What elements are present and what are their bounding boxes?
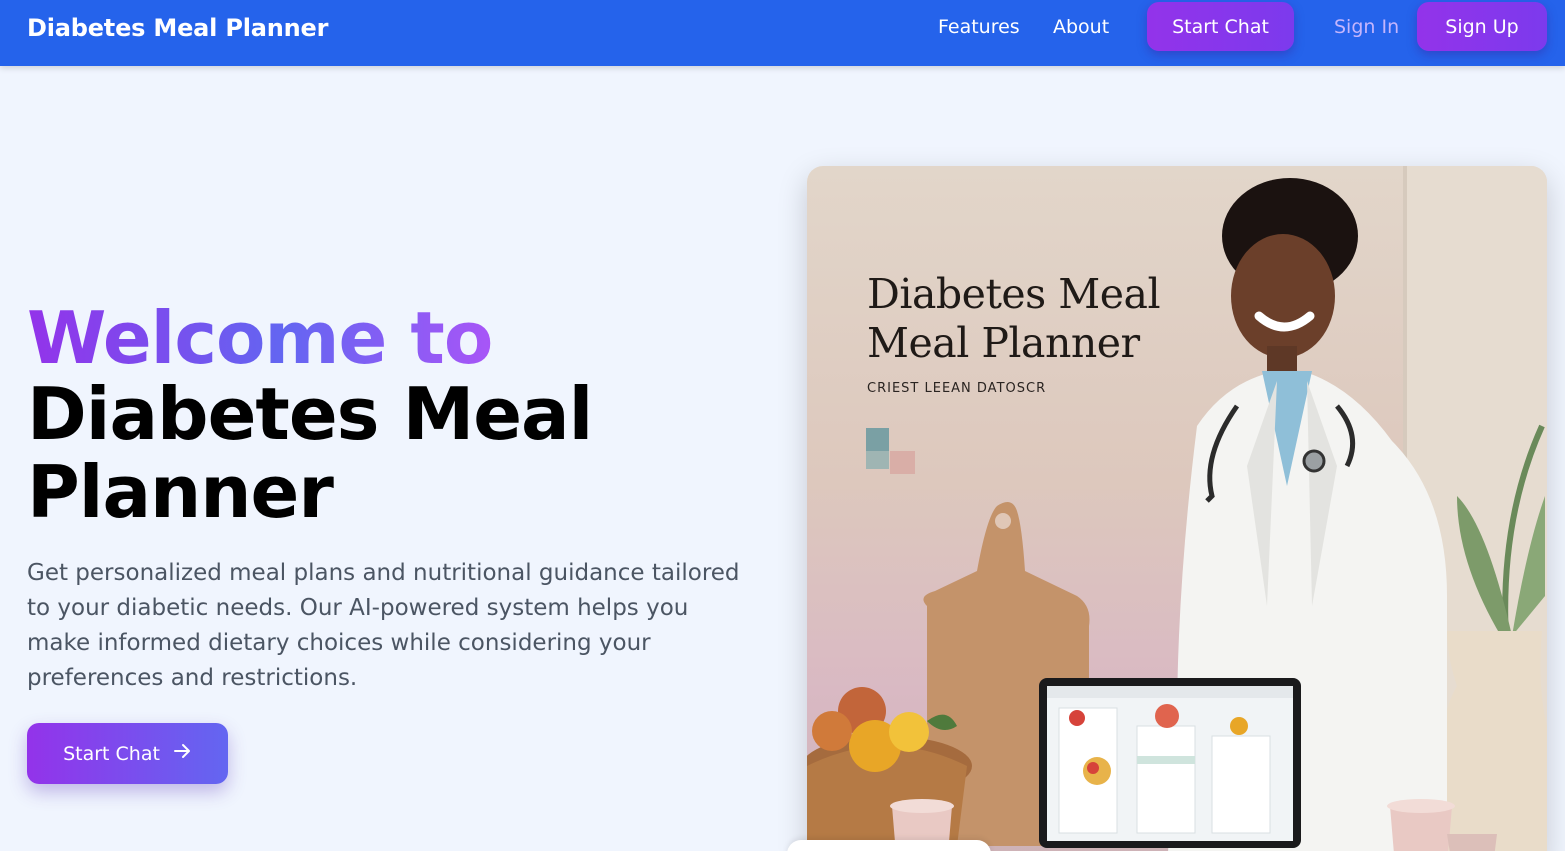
bottom-floating-card bbox=[787, 840, 991, 851]
hero-title-line3: Planner bbox=[27, 450, 334, 534]
sign-in-link[interactable]: Sign In bbox=[1334, 16, 1399, 38]
hero-start-chat-label: Start Chat bbox=[63, 742, 160, 765]
hero-description: Get personalized meal plans and nutritio… bbox=[27, 560, 740, 691]
image-caption-title-line1: Diabetes Meal bbox=[867, 270, 1161, 318]
top-navbar: Diabetes Meal Planner Features About Sta… bbox=[0, 0, 1565, 66]
arrow-right-icon bbox=[172, 741, 192, 766]
hero-illustration-image: Diabetes Meal Meal Planner CRIEST LEEAN … bbox=[807, 166, 1547, 851]
nav-start-chat-button[interactable]: Start Chat bbox=[1147, 2, 1294, 51]
image-caption-title-line2: Meal Planner bbox=[867, 319, 1140, 367]
hero-title-line2: Diabetes Meal bbox=[27, 372, 593, 456]
hero-start-chat-button[interactable]: Start Chat bbox=[27, 723, 228, 784]
sign-up-button[interactable]: Sign Up bbox=[1417, 2, 1547, 51]
hero-title-welcome: Welcome to bbox=[27, 296, 493, 380]
brand-logo-text[interactable]: Diabetes Meal Planner bbox=[27, 14, 328, 42]
image-caption-subtitle: CRIEST LEEAN DATOSCR bbox=[867, 381, 1047, 396]
nav-link-about[interactable]: About bbox=[1053, 16, 1109, 38]
image-caption-title: Diabetes Meal Meal Planner bbox=[867, 270, 1161, 368]
nav-link-features[interactable]: Features bbox=[938, 16, 1020, 38]
